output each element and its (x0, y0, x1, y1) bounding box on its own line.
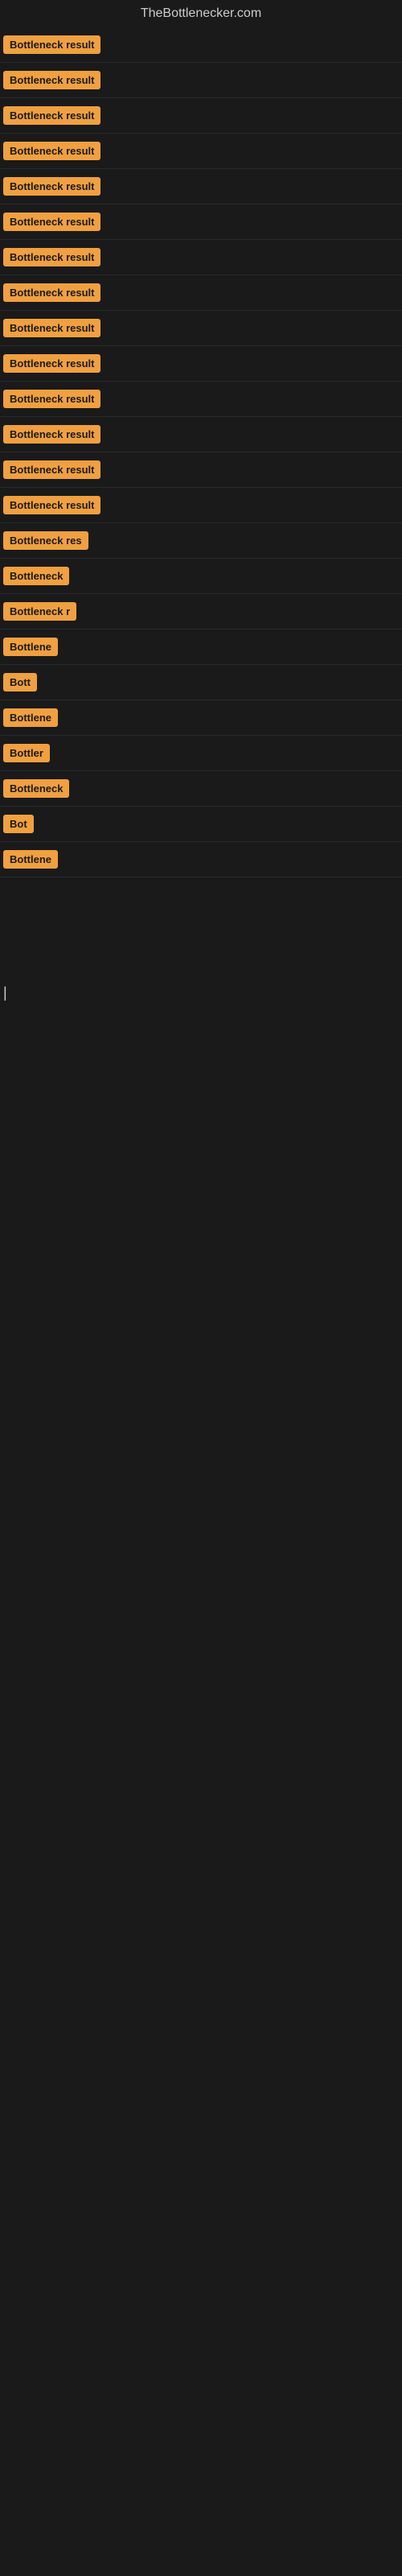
list-item: Bottleneck result (0, 27, 402, 63)
list-item: Bott (0, 665, 402, 700)
bottleneck-badge[interactable]: Bottleneck result (3, 248, 100, 266)
list-item: Bottleneck (0, 771, 402, 807)
empty-section-5 (0, 1294, 402, 1391)
bottleneck-badge[interactable]: Bottleneck result (3, 460, 100, 479)
list-item: Bottleneck result (0, 169, 402, 204)
bottleneck-badge[interactable]: Bottlene (3, 708, 58, 727)
bottleneck-badge[interactable]: Bottleneck (3, 779, 69, 798)
list-item: Bottleneck result (0, 488, 402, 523)
bottleneck-badge[interactable]: Bottleneck result (3, 35, 100, 54)
bottleneck-badge[interactable]: Bottleneck r (3, 602, 76, 621)
list-item: Bottleneck result (0, 134, 402, 169)
list-item: Bottleneck result (0, 382, 402, 417)
list-item: Bottleneck (0, 559, 402, 594)
bottleneck-badge[interactable]: Bottleneck result (3, 354, 100, 373)
list-item: Bottleneck result (0, 311, 402, 346)
list-item: Bottleneck result (0, 63, 402, 98)
empty-section-4 (0, 1198, 402, 1294)
cursor-area (0, 980, 402, 1005)
empty-section-3 (0, 1101, 402, 1198)
list-item: Bottleneck result (0, 240, 402, 275)
bottleneck-badge[interactable]: Bottlene (3, 850, 58, 869)
bottleneck-badge[interactable]: Bottleneck result (3, 213, 100, 231)
bottleneck-badge[interactable]: Bottler (3, 744, 50, 762)
bottleneck-badge[interactable]: Bottleneck result (3, 71, 100, 89)
list-item: Bottleneck res (0, 523, 402, 559)
bottleneck-badge[interactable]: Bottleneck res (3, 531, 88, 550)
list-item: Bottleneck result (0, 275, 402, 311)
list-item: Bottlene (0, 630, 402, 665)
bottleneck-badge[interactable]: Bottleneck result (3, 390, 100, 408)
bottleneck-badge[interactable]: Bottlene (3, 638, 58, 656)
list-item: Bottlene (0, 842, 402, 877)
bottleneck-badge[interactable]: Bottleneck result (3, 106, 100, 125)
list-item: Bottleneck result (0, 204, 402, 240)
bottleneck-badge[interactable]: Bot (3, 815, 34, 833)
list-item: Bottleneck result (0, 417, 402, 452)
empty-section-2 (0, 1005, 402, 1101)
bottleneck-badge[interactable]: Bottleneck result (3, 496, 100, 514)
site-title: TheBottlenecker.com (0, 0, 402, 27)
bottleneck-badge[interactable]: Bott (3, 673, 37, 691)
bottleneck-badge[interactable]: Bottleneck result (3, 425, 100, 444)
bottleneck-badge[interactable]: Bottleneck result (3, 177, 100, 196)
list-item: Bottlene (0, 700, 402, 736)
list-item: Bottleneck result (0, 452, 402, 488)
list-item: Bottleneck result (0, 346, 402, 382)
empty-section-1 (0, 877, 402, 974)
list-item: Bottleneck r (0, 594, 402, 630)
bottleneck-badge[interactable]: Bottleneck (3, 567, 69, 585)
list-item: Bot (0, 807, 402, 842)
list-item: Bottleneck result (0, 98, 402, 134)
bottleneck-badge[interactable]: Bottleneck result (3, 319, 100, 337)
results-list: Bottleneck result Bottleneck result Bottle… (0, 27, 402, 877)
list-item: Bottler (0, 736, 402, 771)
bottleneck-badge[interactable]: Bottleneck result (3, 142, 100, 160)
bottleneck-badge[interactable]: Bottleneck result (3, 283, 100, 302)
